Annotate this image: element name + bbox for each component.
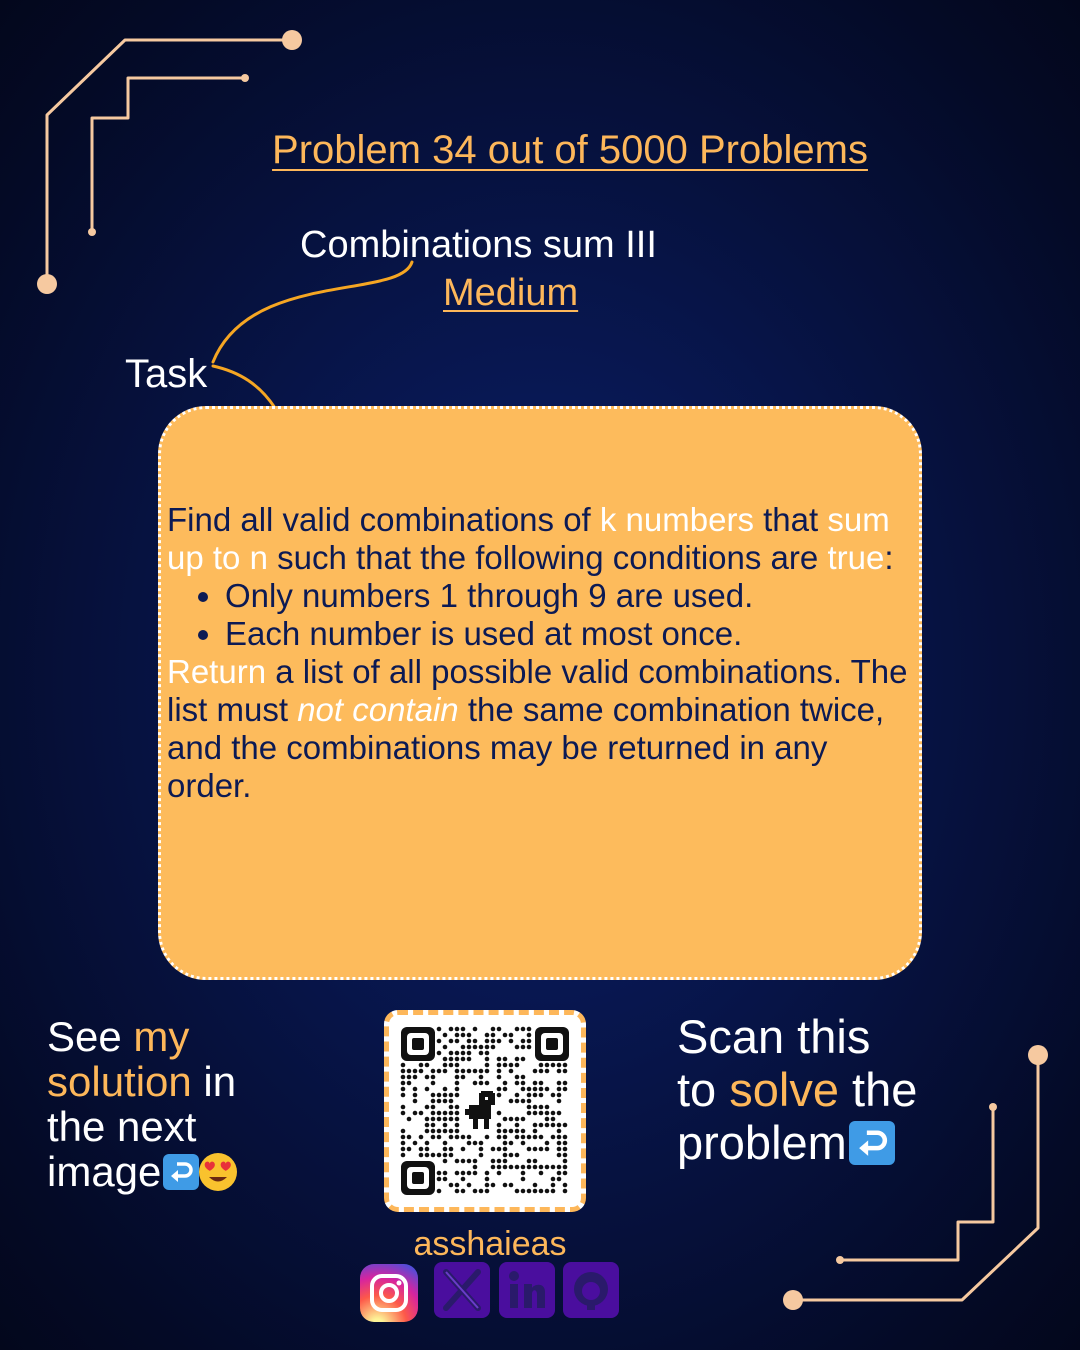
task-text: Find all valid combinations of	[167, 501, 600, 538]
task-highlight: Return	[167, 653, 267, 690]
callout-text: the	[839, 1063, 918, 1116]
conditions-list: Only numbers 1 through 9 are used. Each …	[167, 577, 909, 653]
qr-code[interactable]	[384, 1010, 586, 1212]
linkedin-icon[interactable]	[499, 1262, 555, 1318]
condition-item: Each number is used at most once.	[225, 615, 909, 653]
callout-accent: solution	[47, 1058, 192, 1105]
callout-accent: solve	[729, 1063, 839, 1116]
callout-text: image	[47, 1148, 162, 1195]
x-icon[interactable]	[434, 1262, 490, 1318]
callout-text: problem	[677, 1116, 847, 1169]
task-highlight: k numbers	[599, 501, 754, 538]
return-arrow-icon	[848, 1121, 895, 1165]
task-text: :	[884, 539, 894, 576]
task-label: Task	[125, 352, 208, 396]
callout-accent: my	[133, 1013, 190, 1060]
task-emphasis: not contain	[297, 691, 459, 728]
callout-text: the next	[47, 1103, 197, 1150]
see-solution-callout: See my solution in the next image	[47, 1013, 238, 1195]
username: asshaieas	[413, 1225, 567, 1263]
heart-eyes-emoji-icon	[199, 1153, 238, 1191]
condition-item: Only numbers 1 through 9 are used.	[225, 577, 909, 615]
problem-title: Combinations sum III	[300, 224, 657, 266]
github-icon[interactable]	[563, 1262, 619, 1318]
callout-text: See	[47, 1013, 134, 1060]
scan-callout: Scan this to solve the problem	[677, 1010, 917, 1169]
task-text: that	[753, 501, 828, 538]
task-text: such that the following conditions are	[267, 539, 828, 576]
callout-text: Scan this	[677, 1010, 871, 1063]
task-highlight: true	[827, 539, 885, 576]
qr-code-icon	[400, 1026, 569, 1195]
task-intro: Find all valid combinations of k numbers…	[167, 501, 909, 577]
difficulty-badge: Medium	[443, 272, 579, 314]
return-arrow-icon	[163, 1154, 200, 1190]
instagram-icon[interactable]	[360, 1264, 418, 1322]
task-outro: Return a list of all possible valid comb…	[167, 653, 909, 805]
callout-text: in	[191, 1058, 237, 1105]
headline: Problem 34 out of 5000 Problems	[272, 128, 868, 172]
task-card: Find all valid combinations of k numbers…	[158, 406, 922, 980]
callout-text: to	[677, 1063, 730, 1116]
